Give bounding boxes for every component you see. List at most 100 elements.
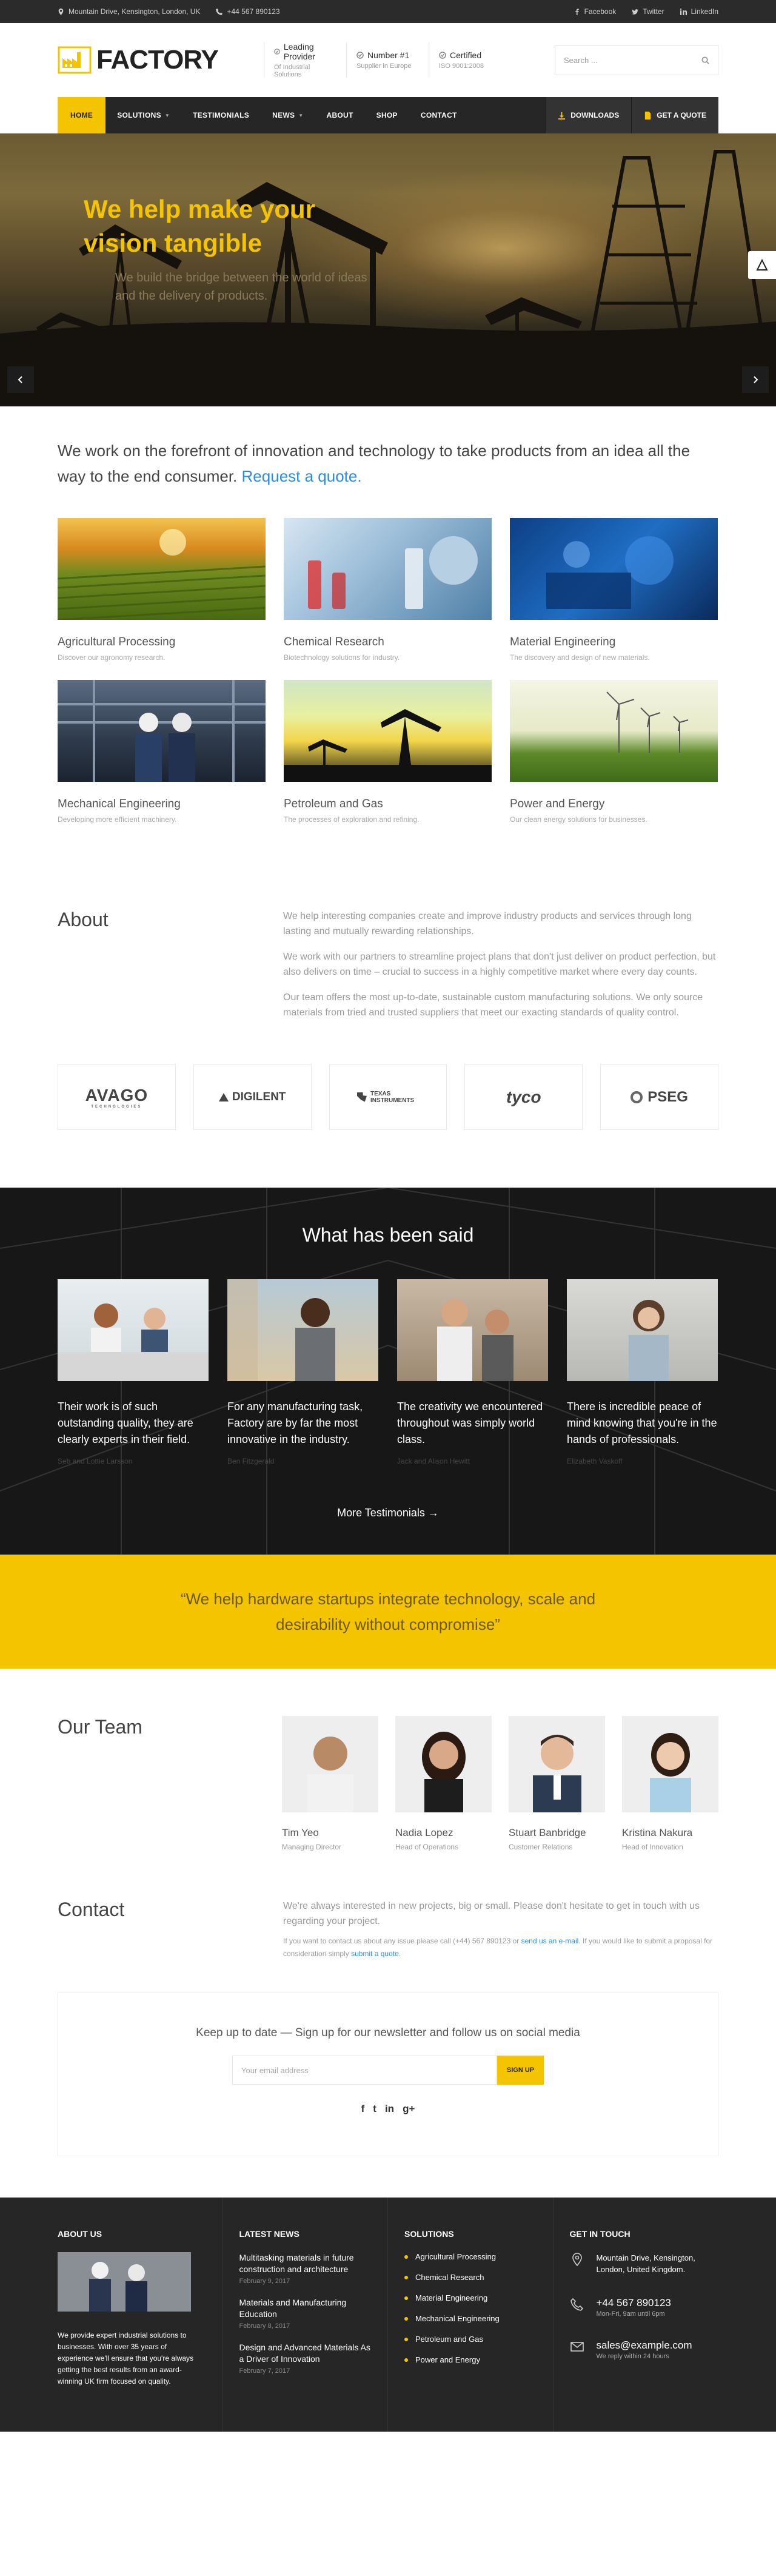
- email-reply-note: We reply within 24 hours: [596, 2353, 669, 2360]
- news-item[interactable]: Design and Advanced Materials As a Drive…: [239, 2342, 375, 2375]
- news-date: February 8, 2017: [239, 2322, 290, 2330]
- side-panel-toggle[interactable]: [748, 251, 776, 279]
- digilent-logo-text: DIGILENT: [232, 1090, 286, 1103]
- meeting-photo: [58, 1279, 209, 1381]
- contact-text-3: .: [398, 1949, 401, 1958]
- services-grid: Agricultural Processing Discover our agr…: [58, 518, 718, 824]
- testimonial-quote: Their work is of such outstanding qualit…: [58, 1401, 193, 1445]
- member-role: Managing Director: [282, 1843, 342, 1851]
- twitter-link[interactable]: Twitter: [632, 7, 664, 16]
- slider-prev-button[interactable]: [7, 366, 34, 393]
- service-title: Power and Energy: [510, 798, 605, 810]
- twitter-icon: [632, 8, 639, 15]
- logo-pseg[interactable]: PSEG: [600, 1064, 718, 1130]
- nav-solutions[interactable]: SOLUTIONS ▼: [105, 97, 181, 133]
- site-logo[interactable]: FACTORY: [58, 45, 264, 75]
- mechanical-engineering-image: [58, 680, 266, 782]
- email-link[interactable]: send us an e-mail: [521, 1937, 579, 1945]
- nav-shop[interactable]: SHOP: [365, 97, 409, 133]
- service-desc: The processes of exploration and refinin…: [284, 815, 420, 824]
- submit-quote-link[interactable]: submit a quote: [351, 1949, 399, 1958]
- team-member[interactable]: Nadia Lopez Head of Operations: [395, 1716, 492, 1851]
- bullet-icon: [404, 2296, 408, 2300]
- solution-link[interactable]: Agricultural Processing: [404, 2252, 540, 2261]
- team-member[interactable]: Kristina Nakura Head of Innovation: [622, 1716, 718, 1851]
- quote-text: “We help hardware startups integrate tec…: [180, 1590, 596, 1633]
- phone-info[interactable]: +44 567 890123: [216, 7, 280, 16]
- downloads-button[interactable]: DOWNLOADS: [545, 97, 632, 133]
- solution-link[interactable]: Mechanical Engineering: [404, 2314, 540, 2323]
- site-footer: ABOUT US We provide expert industrial so…: [0, 2198, 776, 2432]
- hero-title: We help make your vision tangible: [84, 195, 316, 257]
- service-card[interactable]: Power and Energy Our clean energy soluti…: [510, 680, 718, 824]
- solution-link[interactable]: Chemical Research: [404, 2273, 540, 2282]
- footer-phone[interactable]: +44 567 890123 Mon-Fri, 9am until 6pm: [570, 2297, 706, 2318]
- pseg-logo-text: PSEG: [647, 1088, 688, 1105]
- testimonials-section: What has been said Their work is of such…: [0, 1188, 776, 1555]
- service-title: Agricultural Processing: [58, 636, 176, 648]
- email-address: sales@example.com: [596, 2339, 692, 2351]
- nav-about[interactable]: ABOUT: [315, 97, 364, 133]
- news-item[interactable]: Multitasking materials in future constru…: [239, 2252, 375, 2285]
- service-card[interactable]: Petroleum and Gas The processes of explo…: [284, 680, 492, 824]
- nav-contact[interactable]: CONTACT: [409, 97, 469, 133]
- chevron-down-icon: ▼: [164, 112, 170, 118]
- team-member[interactable]: Stuart Banbridge Customer Relations: [509, 1716, 605, 1851]
- slider-next-button[interactable]: [742, 366, 769, 393]
- feature-badges: Leading Provider Of Industrial Solutions…: [264, 42, 511, 78]
- twitter-icon[interactable]: t: [373, 2103, 376, 2115]
- solution-link[interactable]: Petroleum and Gas: [404, 2335, 540, 2344]
- newsletter-title: Keep up to date — Sign up for our newsle…: [196, 2026, 580, 2039]
- more-testimonials-link[interactable]: More Testimonials →: [337, 1507, 439, 1519]
- request-quote-link[interactable]: Request a quote.: [242, 467, 362, 485]
- main-nav: HOME SOLUTIONS ▼ TESTIMONIALS NEWS ▼ ABOUT…: [0, 97, 776, 133]
- contact-details: If you want to contact us about any issu…: [283, 1935, 718, 1960]
- search-icon[interactable]: [701, 56, 709, 64]
- logo-avago[interactable]: AVAGO TECHNOLOGIES: [58, 1064, 176, 1130]
- linkedin-label: LinkedIn: [691, 7, 718, 16]
- logo-tyco[interactable]: tyco: [464, 1064, 583, 1130]
- footer-email[interactable]: sales@example.com We reply within 24 hour…: [570, 2339, 706, 2360]
- solution-link[interactable]: Material Engineering: [404, 2293, 540, 2302]
- service-desc: Our clean energy solutions for businesse…: [510, 815, 647, 824]
- team-member[interactable]: Tim Yeo Managing Director: [282, 1716, 378, 1851]
- news-item[interactable]: Materials and Manufacturing Education Feb…: [239, 2297, 375, 2330]
- tyco-logo-text: tyco: [506, 1087, 541, 1106]
- linkedin-icon[interactable]: in: [385, 2103, 394, 2115]
- top-bar: Mountain Drive, Kensington, London, UK +…: [0, 0, 776, 23]
- bullet-icon: [404, 2316, 408, 2321]
- service-card[interactable]: Mechanical Engineering Developing more e…: [58, 680, 266, 824]
- search-input[interactable]: Search ...: [555, 45, 718, 75]
- logo-digilent[interactable]: DIGILENT: [193, 1064, 312, 1130]
- get-a-quote-button[interactable]: GET A QUOTE: [631, 97, 718, 133]
- check-circle-icon: [356, 52, 364, 59]
- service-card[interactable]: Agricultural Processing Discover our agr…: [58, 518, 266, 662]
- engineers-photo: [58, 2252, 191, 2312]
- avago-logo-text: AVAGO: [85, 1085, 149, 1105]
- nav-news[interactable]: NEWS ▼: [261, 97, 315, 133]
- news-title: Design and Advanced Materials As a Drive…: [239, 2342, 370, 2364]
- linkedin-link[interactable]: LinkedIn: [680, 7, 718, 16]
- linkedin-icon: [680, 8, 687, 15]
- feature-title: Certified: [450, 50, 482, 60]
- google-plus-icon[interactable]: g+: [403, 2103, 415, 2115]
- facebook-icon[interactable]: f: [361, 2103, 365, 2115]
- member-role: Customer Relations: [509, 1843, 573, 1851]
- intro-body: We work on the forefront of innovation a…: [58, 442, 691, 485]
- facebook-link[interactable]: Facebook: [574, 7, 616, 16]
- sign-up-button[interactable]: SIGN UP: [497, 2056, 544, 2085]
- address-info: Mountain Drive, Kensington, London, UK: [58, 7, 200, 16]
- nav-testimonials[interactable]: TESTIMONIALS: [181, 97, 261, 133]
- solution-label: Agricultural Processing: [415, 2252, 496, 2261]
- newsletter-email-input[interactable]: Your email address: [232, 2056, 497, 2085]
- feature-certified: Certified ISO 9001:2008: [429, 42, 511, 78]
- avago-sub-text: TECHNOLOGIES: [91, 1105, 142, 1109]
- newsletter-box: Keep up to date — Sign up for our newsle…: [58, 1993, 718, 2156]
- news-title: Materials and Manufacturing Education: [239, 2298, 347, 2319]
- testimonial-author: Jack and Alison Hewitt: [397, 1457, 470, 1465]
- service-card[interactable]: Chemical Research Biotechnology solution…: [284, 518, 492, 662]
- service-card[interactable]: Material Engineering The discovery and d…: [510, 518, 718, 662]
- logo-texas-instruments[interactable]: TEXAS INSTRUMENTS: [329, 1064, 447, 1130]
- nav-home[interactable]: HOME: [58, 97, 106, 133]
- solution-link[interactable]: Power and Energy: [404, 2355, 540, 2364]
